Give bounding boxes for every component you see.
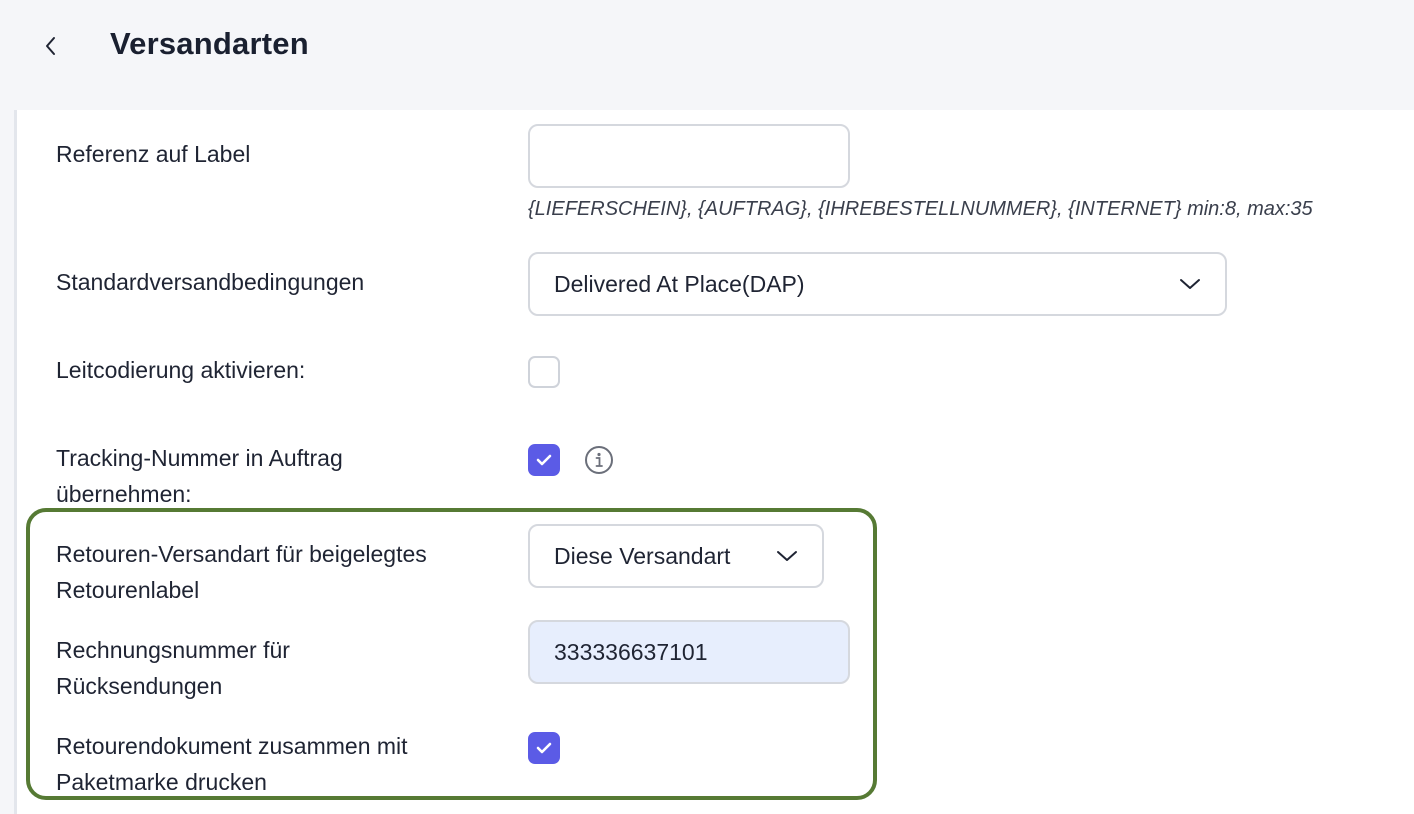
- routing-code-label: Leitcodierung aktivieren:: [56, 357, 306, 383]
- shipping-terms-select[interactable]: Delivered At Place(DAP): [528, 252, 1227, 316]
- reference-hint: {LIEFERSCHEIN}, {AUFTRAG}, {IHREBESTELLN…: [528, 198, 1313, 220]
- checkmark-icon: [536, 742, 552, 754]
- invoice-number-label: Rechnungsnummer für Rücksendungen: [56, 632, 290, 704]
- back-button[interactable]: [36, 30, 66, 62]
- tracking-label-line2: übernehmen:: [56, 481, 192, 507]
- chevron-left-icon: [46, 37, 55, 55]
- page-header: Versandarten: [0, 0, 1414, 110]
- return-document-checkbox[interactable]: [528, 732, 560, 764]
- invoice-number-input[interactable]: [528, 620, 850, 684]
- chevron-down-icon: [776, 549, 798, 563]
- reference-label: Referenz auf Label: [56, 141, 251, 167]
- tracking-label-line1: Tracking-Nummer in Auftrag: [56, 445, 343, 471]
- shipping-terms-label: Standardversandbedingungen: [56, 269, 365, 295]
- chevron-down-icon: [1179, 277, 1201, 291]
- invoice-number-label-line2: Rücksendungen: [56, 673, 223, 699]
- return-method-label-line2: Retourenlabel: [56, 577, 200, 603]
- reference-input[interactable]: [528, 124, 850, 188]
- return-document-label: Retourendokument zusammen mit Paketmarke…: [56, 728, 408, 800]
- return-document-label-line1: Retourendokument zusammen mit: [56, 733, 408, 759]
- return-document-label-line2: Paketmarke drucken: [56, 769, 267, 795]
- tracking-label: Tracking-Nummer in Auftrag übernehmen:: [56, 440, 343, 512]
- tracking-checkbox[interactable]: [528, 444, 560, 476]
- return-method-select[interactable]: Diese Versandart: [528, 524, 824, 588]
- routing-code-checkbox[interactable]: [528, 356, 560, 388]
- checkmark-icon: [536, 454, 552, 466]
- return-method-label-line1: Retouren-Versandart für beigelegtes: [56, 541, 427, 567]
- info-icon[interactable]: [584, 445, 614, 475]
- shipping-terms-value: Delivered At Place(DAP): [554, 270, 805, 297]
- return-method-value: Diese Versandart: [554, 542, 731, 569]
- return-method-label: Retouren-Versandart für beigelegtes Reto…: [56, 536, 427, 608]
- invoice-number-label-line1: Rechnungsnummer für: [56, 637, 290, 663]
- page-title: Versandarten: [110, 26, 309, 61]
